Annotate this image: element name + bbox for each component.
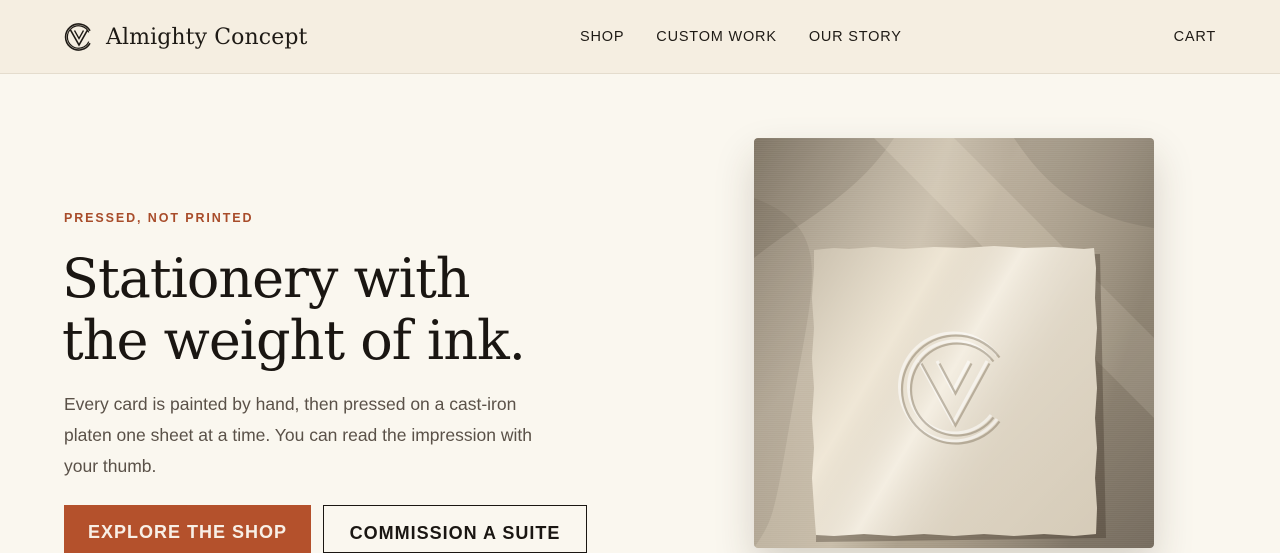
hero-headline-line-2: the weight of ink.	[62, 309, 526, 372]
nav-shop[interactable]: SHOP	[580, 28, 624, 46]
hero-lede: Every card is painted by hand, then pres…	[64, 394, 532, 476]
almighty-v-monogram-icon	[64, 22, 94, 52]
nav-custom-work[interactable]: CUSTOM WORK	[656, 28, 777, 46]
brand-name: Almighty Concept	[106, 24, 308, 50]
hero-headline-line-1: Stationery with	[62, 247, 471, 310]
hero-eyebrow: PRESSED, NOT PRINTED	[64, 211, 254, 225]
letterpress-card-on-linen-photo	[754, 138, 1154, 548]
explore-shop-button[interactable]: EXPLORE THE SHOP	[64, 505, 311, 553]
brand-logo-link[interactable]: Almighty Concept	[64, 21, 307, 53]
commission-suite-button[interactable]: COMMISSION A SUITE	[323, 505, 587, 553]
main-nav: SHOP CUSTOM WORK OUR STORY	[580, 28, 902, 46]
nav-our-story[interactable]: OUR STORY	[809, 28, 902, 46]
cart-link[interactable]: CART	[1174, 28, 1216, 46]
hero-headline: Stationery with the weight of ink.	[62, 248, 622, 372]
site-header: Almighty Concept SHOP CUSTOM WORK OUR ST…	[0, 0, 1280, 74]
